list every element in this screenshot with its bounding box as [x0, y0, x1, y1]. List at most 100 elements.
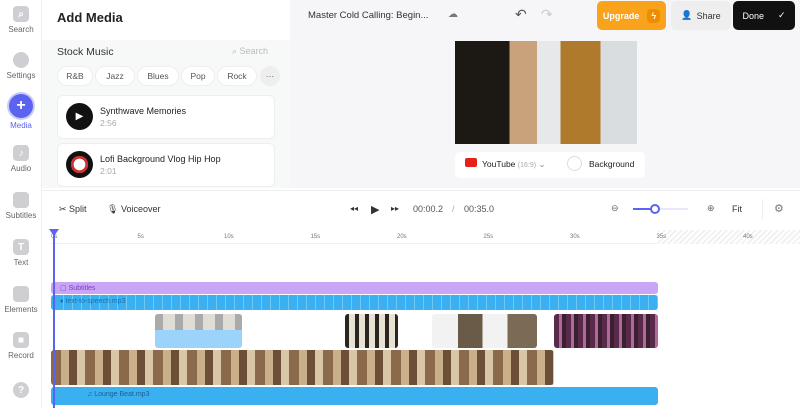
music-label: Lounge Beat.mp3 — [94, 391, 150, 398]
add-media-panel: Add Media Stock Music ⌕ Search R&B Jazz … — [42, 0, 290, 188]
play-icon[interactable]: ▶ — [66, 151, 93, 178]
track-duration: 2:01 — [100, 166, 117, 176]
subtitles-track[interactable]: ▢ Subtitles — [51, 282, 658, 294]
ruler-label: 30s — [570, 234, 580, 240]
genre-chip[interactable]: Pop — [181, 66, 215, 86]
zoom-in-icon[interactable]: ⊕ — [707, 203, 715, 214]
plus-icon: + — [9, 94, 33, 118]
track-title: Synthwave Memories — [100, 106, 187, 116]
settings-gear-icon[interactable]: ⚙ — [774, 202, 784, 215]
fit-button[interactable]: Fit — [732, 204, 742, 214]
genre-chip[interactable]: R&B — [57, 66, 93, 86]
track-duration: 2:56 — [100, 118, 117, 128]
subtitles-icon: ▢ — [60, 285, 69, 292]
more-genres-button[interactable]: ··· — [260, 66, 280, 86]
rewind-icon[interactable]: ◂◂ — [350, 204, 358, 213]
share-button[interactable]: 👤 Share — [671, 1, 731, 30]
video-clip[interactable] — [554, 314, 658, 348]
section-title: Stock Music — [57, 46, 114, 58]
label: Settings — [6, 71, 36, 80]
zoom-slider[interactable] — [633, 204, 688, 214]
scissors-icon: ✂ — [59, 204, 70, 214]
beyond-end-hatch — [658, 230, 800, 244]
chevron-down-icon: ⌄ — [538, 159, 546, 169]
format-select[interactable]: YouTube (16:9) ⌄ — [482, 159, 546, 170]
elements-icon — [13, 286, 29, 302]
search-icon: ⌕ — [13, 6, 29, 22]
subtitles-label: Subtitles — [68, 285, 96, 292]
lightning-icon: ϟ — [647, 8, 661, 23]
fast-forward-icon[interactable]: ▸▸ — [391, 204, 399, 213]
format-bar: YouTube (16:9) ⌄ Background — [455, 152, 645, 178]
split-button[interactable]: ✂ Split — [59, 204, 87, 215]
upgrade-label: Upgrade — [602, 10, 640, 21]
music-search[interactable]: ⌕ Search — [232, 46, 268, 57]
background-color-swatch[interactable] — [567, 156, 582, 171]
sidebar-item-search[interactable]: ⌕ Search — [0, 6, 42, 34]
current-time: 00:00.2 — [413, 204, 444, 214]
label: Search — [8, 25, 34, 34]
ruler-label: 20s — [397, 234, 407, 240]
project-title[interactable]: Master Cold Calling: Begin... — [308, 10, 428, 21]
help-button[interactable]: ? — [0, 382, 42, 401]
help-icon: ? — [13, 382, 29, 398]
music-track[interactable]: ▶ Synthwave Memories 2:56 — [57, 95, 275, 139]
sidebar-item-elements[interactable]: Elements — [0, 286, 42, 314]
share-label: Share — [696, 10, 721, 21]
undo-icon[interactable]: ↶ — [515, 6, 527, 23]
zoom-slider-handle[interactable] — [650, 204, 660, 214]
check-icon: ✓ — [777, 10, 786, 20]
label: Record — [8, 351, 34, 360]
divider — [762, 199, 763, 219]
redo-icon[interactable]: ↷ — [541, 6, 553, 23]
genre-chip[interactable]: Jazz — [95, 66, 135, 86]
ruler-label: 15s — [310, 234, 321, 240]
label: Media — [10, 121, 32, 130]
main-video-track[interactable] — [51, 350, 554, 385]
sidebar-item-subtitles[interactable]: Subtitles — [0, 192, 42, 220]
gear-icon — [13, 52, 29, 68]
voiceover-button[interactable]: 🎙 Voiceover — [107, 204, 160, 215]
speech-audio-track[interactable]: ♦ text-to-speech.mp3 — [51, 295, 658, 310]
background-label[interactable]: Background — [589, 159, 634, 169]
video-clip[interactable] — [432, 314, 537, 348]
record-icon: ■ — [13, 332, 29, 348]
play-icon[interactable]: ▶ — [371, 203, 379, 216]
youtube-icon — [465, 158, 477, 167]
ratio-label: (16:9) — [517, 162, 537, 169]
search-icon: ⌕ — [232, 46, 240, 56]
playhead[interactable] — [53, 230, 55, 408]
sidebar-item-settings[interactable]: Settings — [0, 52, 42, 80]
sidebar-item-media[interactable]: + Media — [0, 94, 42, 130]
sidebar-item-text[interactable]: T Text — [0, 239, 42, 267]
stock-music-section: Stock Music ⌕ Search R&B Jazz Blues Pop … — [42, 40, 290, 188]
music-audio-track[interactable]: ♫ Lounge Beat.mp3 — [51, 387, 658, 405]
subtitles-icon — [13, 192, 29, 208]
label: Elements — [4, 305, 38, 314]
total-time: 00:35.0 — [464, 204, 495, 214]
music-track[interactable]: ▶ Lofi Background Vlog Hip Hop 2:01 — [57, 143, 275, 187]
playhead-handle[interactable] — [49, 229, 59, 236]
speech-label: text-to-speech.mp3 — [65, 298, 126, 305]
done-button[interactable]: Done ✓ — [733, 1, 795, 30]
genre-chip[interactable]: Blues — [137, 66, 179, 86]
cloud-save-icon: ☁ — [448, 9, 458, 20]
add-user-icon: 👤 — [681, 10, 693, 20]
split-label: Split — [69, 204, 87, 214]
ruler-label: 5s — [137, 234, 144, 240]
zoom-out-icon[interactable]: ⊖ — [611, 203, 619, 214]
music-note-icon: ♪ — [13, 145, 29, 161]
video-clip[interactable] — [345, 314, 398, 348]
video-preview[interactable] — [455, 41, 637, 144]
genre-chip[interactable]: Rock — [217, 66, 257, 86]
sidebar-item-audio[interactable]: ♪ Audio — [0, 145, 42, 173]
label: Audio — [10, 164, 32, 173]
sidebar-item-record[interactable]: ■ Record — [0, 332, 42, 360]
ruler-label: 35s — [656, 234, 667, 240]
voiceover-label: Voiceover — [120, 204, 161, 214]
preview-area: Master Cold Calling: Begin... ☁ ↶ ↷ Upgr… — [290, 0, 800, 188]
done-label: Done — [742, 10, 764, 21]
play-icon[interactable]: ▶ — [66, 103, 93, 130]
upgrade-button[interactable]: Upgrade ϟ — [597, 1, 666, 30]
video-clip[interactable] — [155, 314, 242, 348]
